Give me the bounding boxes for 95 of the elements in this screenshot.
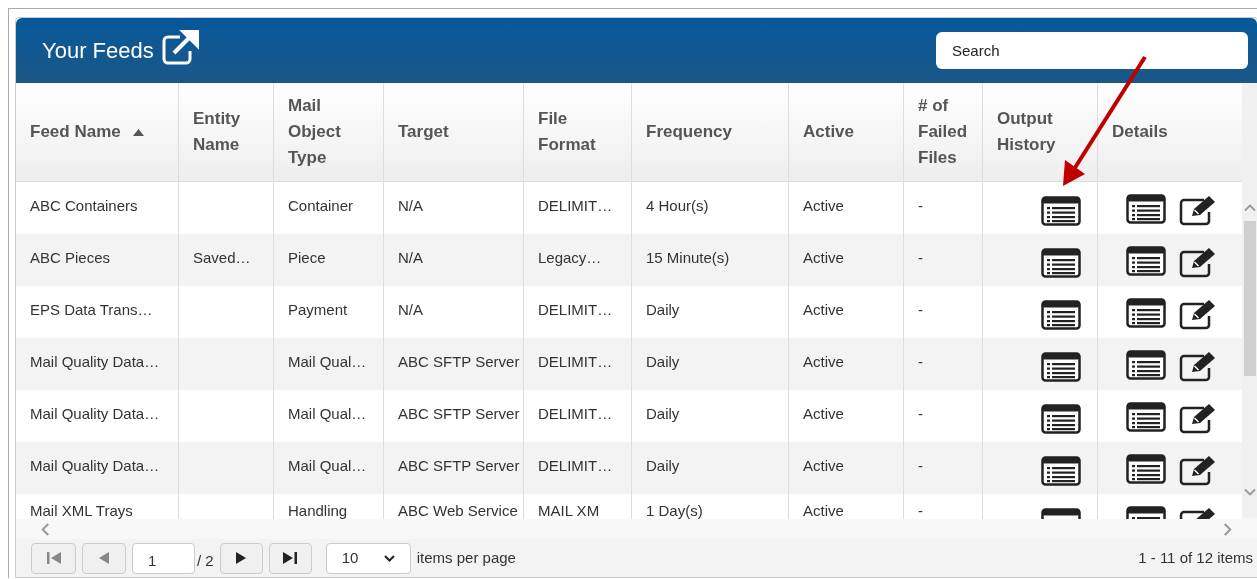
table-cell: - (918, 405, 923, 422)
table-cell: Daily (646, 405, 680, 422)
table-cell: EPS Data Trans… (30, 301, 153, 318)
table-cell: 1 Day(s) (646, 502, 703, 519)
scroll-left-icon[interactable] (40, 521, 51, 537)
table-cell: ABC Pieces (30, 249, 111, 266)
list-icon[interactable] (1126, 246, 1166, 276)
table-cell: - (918, 301, 923, 318)
column-header[interactable]: # of Failed Files (904, 83, 983, 181)
table-cell: Mail Quality Data… (30, 353, 160, 370)
table-cell: DELIMIT… (538, 197, 613, 214)
table-cell: Daily (646, 301, 680, 318)
list-icon[interactable] (1041, 352, 1081, 382)
table-cell: Active (803, 405, 844, 422)
table-cell: Handling (288, 502, 348, 519)
first-page-button[interactable] (31, 542, 76, 574)
column-header[interactable]: Active (789, 83, 904, 181)
item-count-summary: 1 - 11 of 12 items (1138, 547, 1253, 568)
previous-page-button[interactable] (82, 542, 126, 574)
table-cell: Mail Qual… (288, 405, 367, 422)
list-icon[interactable] (1126, 298, 1166, 328)
table-cell: Piece (288, 249, 326, 266)
page-size-label: items per page (416, 547, 516, 568)
table-cell: Active (803, 301, 844, 318)
list-icon[interactable] (1126, 350, 1166, 380)
page-number-field[interactable]: 1 (132, 542, 195, 574)
page-size-dropdown[interactable]: 10 (325, 542, 411, 574)
table-cell: Container (288, 197, 354, 214)
table-cell: Daily (646, 353, 680, 370)
next-icon (235, 551, 248, 565)
table-cell: Active (803, 353, 844, 370)
list-icon[interactable] (1126, 402, 1166, 432)
column-header[interactable]: Mail Object Type (274, 83, 384, 181)
table-cell: 4 Hour(s) (646, 197, 709, 214)
table-cell: N/A (398, 249, 423, 266)
column-header[interactable]: Target (384, 83, 524, 181)
table-cell: Daily (646, 457, 680, 474)
table-cell: Mail Qual… (288, 353, 367, 370)
table-cell: 15 Minute(s) (646, 249, 730, 266)
search-field[interactable]: Search (936, 32, 1248, 69)
table-cell: Mail Quality Data… (30, 405, 160, 422)
table-cell: - (918, 353, 923, 370)
last-page-button[interactable] (268, 542, 312, 574)
scroll-right-icon[interactable] (1222, 521, 1233, 537)
last-page-icon (282, 551, 299, 565)
table-cell: N/A (398, 197, 423, 214)
panel-title: Your Feeds (42, 39, 154, 62)
table-cell: - (918, 197, 923, 214)
table-cell: Saved… (193, 249, 251, 266)
table-cell: - (918, 249, 923, 266)
next-page-button[interactable] (219, 542, 263, 574)
table-cell: - (918, 502, 923, 519)
table-cell: ABC Web Service (398, 502, 518, 519)
table-cell: ABC Containers (30, 197, 138, 214)
list-icon[interactable] (1041, 300, 1081, 330)
list-icon[interactable] (1041, 456, 1081, 486)
table-cell: DELIMIT… (538, 353, 613, 370)
table-cell: ABC SFTP Server (398, 405, 520, 422)
table-cell: Active (803, 502, 844, 519)
table-cell: DELIMIT… (538, 405, 613, 422)
table-cell: Active (803, 249, 844, 266)
previous-icon (98, 551, 110, 565)
edit-icon[interactable] (1178, 402, 1218, 434)
sort-ascending-icon[interactable] (132, 128, 144, 136)
table-cell: Mail Qual… (288, 457, 367, 474)
column-header[interactable]: Frequency (632, 83, 789, 181)
edit-icon[interactable] (1178, 350, 1218, 382)
first-page-icon (45, 551, 62, 565)
page-total: / 2 (197, 550, 214, 571)
table-cell: - (918, 457, 923, 474)
column-header[interactable]: File Format (524, 83, 632, 181)
edit-icon[interactable] (1178, 194, 1218, 226)
list-icon[interactable] (1041, 404, 1081, 434)
table-cell: Mail XML Trays (30, 502, 133, 519)
table-cell: ABC SFTP Server (398, 457, 520, 474)
chevron-down-icon (383, 554, 395, 562)
table-cell: Legacy… (538, 249, 602, 266)
table-cell: MAIL XM (538, 502, 600, 519)
table-cell: Active (803, 197, 844, 214)
list-icon[interactable] (1041, 196, 1081, 226)
table-cell: N/A (398, 301, 423, 318)
table-cell: Active (803, 457, 844, 474)
column-header[interactable]: Entity Name (179, 83, 274, 181)
table-cell: DELIMIT… (538, 457, 613, 474)
table-cell: ABC SFTP Server (398, 353, 520, 370)
table-cell: DELIMIT… (538, 301, 613, 318)
list-icon[interactable] (1126, 454, 1166, 484)
edit-icon[interactable] (1178, 246, 1218, 278)
table-cell: Payment (288, 301, 348, 318)
list-icon[interactable] (1041, 248, 1081, 278)
column-header[interactable]: Feed Name (16, 83, 179, 181)
edit-icon[interactable] (1178, 298, 1218, 330)
table-cell: Mail Quality Data… (30, 457, 160, 474)
list-icon[interactable] (1126, 194, 1166, 224)
edit-icon[interactable] (1178, 454, 1218, 486)
